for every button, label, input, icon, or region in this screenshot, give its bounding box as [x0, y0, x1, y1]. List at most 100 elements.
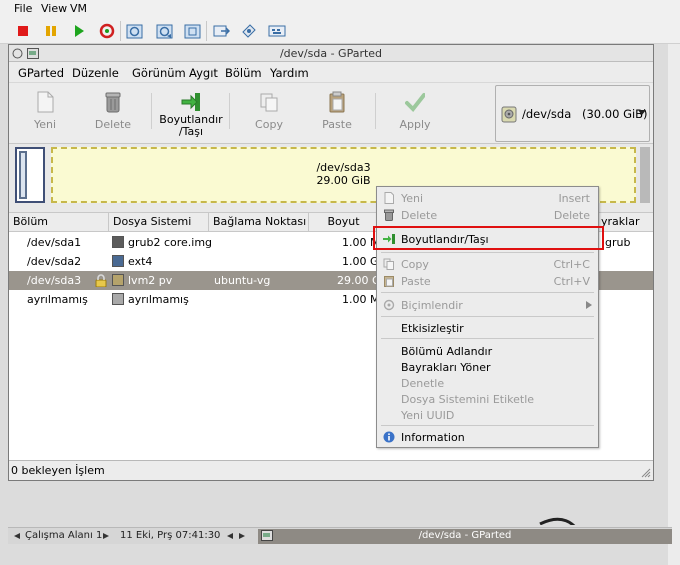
menu-item-new-uuid[interactable]: Yeni UUID: [377, 407, 598, 423]
menu-partition[interactable]: Bölüm: [225, 66, 262, 80]
titlebar: /dev/sda - GParted: [9, 45, 653, 62]
apply-label: Apply: [399, 118, 431, 131]
delete-label: Delete: [94, 118, 132, 131]
menu-item-manage-flags[interactable]: Bayrakları Yöner: [377, 359, 598, 375]
window-title: /dev/sda - GParted: [279, 47, 383, 60]
send-keys-icon[interactable]: [267, 21, 287, 41]
chevron-left-icon[interactable]: [227, 533, 233, 539]
trash-icon: [384, 209, 394, 221]
disk-map-sda2[interactable]: [19, 151, 27, 199]
apply-button[interactable]: Apply: [383, 87, 447, 141]
cell-filesystem: ayrılmamış: [128, 293, 189, 306]
statusbar: 0 bekleyen İşlem: [9, 460, 653, 480]
menu-item-delete[interactable]: Delete Delete: [377, 207, 598, 223]
column-partition[interactable]: Bölüm: [9, 213, 109, 232]
disk-map-partition-name: /dev/sda3: [316, 161, 371, 174]
removable-devices-icon[interactable]: [211, 21, 231, 41]
snapshot-icon[interactable]: [125, 21, 145, 41]
copy-icon: [383, 258, 394, 270]
app-menubar: GParted Düzenle Görünüm Aygıt Bölüm Yard…: [9, 62, 653, 82]
snapshot-manager-icon[interactable]: [183, 21, 203, 41]
copy-button[interactable]: Copy: [237, 87, 301, 141]
menu-accel: Delete: [553, 209, 590, 222]
device-selector[interactable]: /dev/sda (30.00 GiB): [495, 85, 650, 142]
menu-view[interactable]: Görünüm: [132, 66, 186, 80]
chevron-right-icon[interactable]: [239, 533, 245, 539]
delete-button[interactable]: Delete: [81, 87, 145, 141]
host-menu-file[interactable]: File: [14, 2, 32, 15]
menu-label: Etkisizleştir: [401, 322, 464, 335]
column-flags[interactable]: yraklar: [597, 213, 653, 232]
menu-item-paste[interactable]: Paste Ctrl+V: [377, 273, 598, 289]
menu-label: Dosya Sistemini Etiketle: [401, 393, 535, 406]
stop-icon[interactable]: [13, 21, 33, 41]
column-mountpoint[interactable]: Bağlama Noktası: [209, 213, 309, 232]
disk-map-scrollbar[interactable]: [640, 147, 650, 203]
filesystem-color-swatch: [112, 274, 124, 286]
host-toolbar: [0, 17, 680, 44]
snapshot-restore-icon[interactable]: [155, 21, 175, 41]
pause-icon[interactable]: [41, 21, 61, 41]
paste-button[interactable]: Paste: [305, 87, 369, 141]
menu-item-new[interactable]: Yeni Insert: [377, 190, 598, 206]
paste-icon: [329, 91, 345, 113]
workspace-label[interactable]: Çalışma Alanı 1: [25, 530, 102, 541]
host-menu-view[interactable]: View: [41, 2, 67, 15]
screen-edge: [668, 44, 680, 565]
menu-device[interactable]: Aygıt: [189, 66, 218, 80]
menu-label: Denetle: [401, 377, 445, 390]
cell-flags: grub: [605, 236, 631, 249]
menu-item-deactivate[interactable]: Etkisizleştir: [377, 320, 598, 336]
menu-separator: [381, 252, 594, 253]
column-size[interactable]: Boyut: [309, 213, 379, 232]
trash-icon: [105, 92, 121, 113]
menu-separator: [381, 338, 594, 339]
settings-icon[interactable]: [239, 21, 259, 41]
menu-item-information[interactable]: Information: [377, 429, 598, 445]
chevron-down-icon: [638, 110, 646, 115]
host-menu-vm[interactable]: VM: [70, 2, 87, 15]
menu-gparted[interactable]: GParted: [18, 66, 64, 80]
menu-accel: Ctrl+C: [553, 258, 590, 271]
paste-icon: [384, 276, 394, 287]
new-button[interactable]: Yeni: [13, 87, 77, 141]
chevron-right-icon[interactable]: [103, 533, 109, 539]
disk-map-small-partitions[interactable]: [15, 147, 45, 203]
reset-icon[interactable]: [97, 21, 117, 41]
menu-label: Yeni UUID: [401, 409, 455, 422]
menu-label: Bölümü Adlandır: [401, 345, 493, 358]
new-label: Yeni: [33, 118, 57, 131]
menu-edit[interactable]: Düzenle: [72, 66, 119, 80]
menu-accel: Insert: [558, 192, 590, 205]
cell-filesystem: ext4: [128, 255, 153, 268]
filesystem-color-swatch: [112, 255, 124, 267]
menu-help[interactable]: Yardım: [270, 66, 309, 80]
resize-move-icon: [181, 93, 200, 111]
taskbar-item-gparted[interactable]: /dev/sda - GParted: [258, 529, 672, 544]
menu-item-label-filesystem[interactable]: Dosya Sistemini Etiketle: [377, 391, 598, 407]
chevron-left-icon[interactable]: [14, 533, 20, 539]
menu-item-format[interactable]: Biçimlendir: [377, 297, 598, 313]
menu-item-check[interactable]: Denetle: [377, 375, 598, 391]
cell-mountpoint: ubuntu-vg: [214, 274, 271, 287]
column-filesystem[interactable]: Dosya Sistemi: [109, 213, 209, 232]
resize-grip-icon[interactable]: [641, 468, 651, 478]
format-icon: [383, 299, 395, 311]
info-icon: [383, 431, 395, 443]
annotation-highlight-box: [373, 226, 604, 250]
cell-filesystem: grub2 core.img: [128, 236, 213, 249]
toolbar-separator: [151, 93, 152, 129]
menu-separator: [381, 316, 594, 317]
menu-item-copy[interactable]: Copy Ctrl+C: [377, 256, 598, 272]
menu-item-name-partition[interactable]: Bölümü Adlandır: [377, 343, 598, 359]
clock[interactable]: 11 Eki, Prş 07:41:30: [120, 530, 220, 541]
menu-label: Yeni: [401, 192, 424, 205]
menu-accel: Ctrl+V: [553, 275, 590, 288]
taskbar-item-label: /dev/sda - GParted: [418, 530, 512, 541]
play-icon[interactable]: [69, 21, 89, 41]
toolbar-separator: [375, 93, 376, 129]
resize-move-button[interactable]: Boyutlandır /Taşı: [159, 87, 223, 141]
filesystem-color-swatch: [112, 293, 124, 305]
toolbar-separator: [120, 21, 121, 41]
cell-filesystem: lvm2 pv: [128, 274, 173, 287]
